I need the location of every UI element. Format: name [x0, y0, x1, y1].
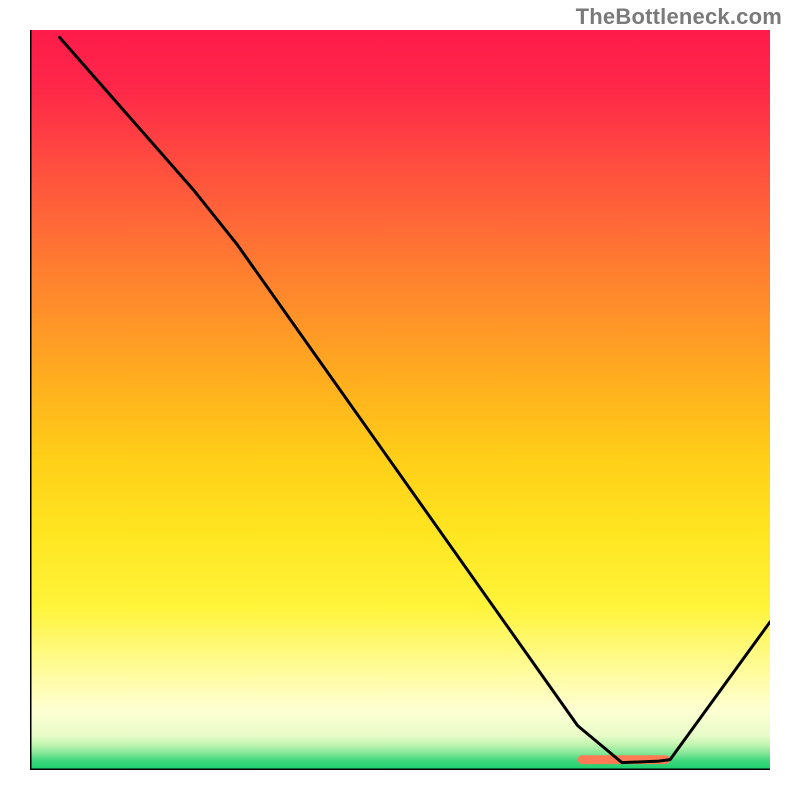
watermark-text: TheBottleneck.com [576, 4, 782, 30]
gradient-background [30, 30, 770, 770]
plot-area [30, 30, 770, 770]
bottleneck-chart [30, 30, 770, 770]
chart-container: TheBottleneck.com [0, 0, 800, 800]
